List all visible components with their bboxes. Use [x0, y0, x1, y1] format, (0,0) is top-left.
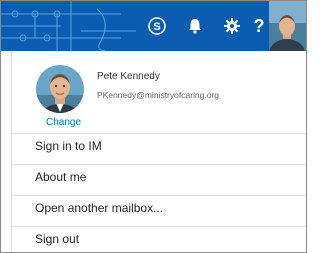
- svg-text:S: S: [153, 21, 160, 33]
- top-navigation-bar: S ?: [1, 1, 306, 51]
- account-menu-window: S ? Pete Kennedy PKennedy@ministryofcari…: [0, 0, 307, 253]
- bell-icon: [189, 19, 201, 34]
- skype-button[interactable]: S: [139, 1, 175, 51]
- change-photo-link[interactable]: Change: [46, 117, 81, 128]
- help-icon: ?: [253, 15, 265, 36]
- user-photo-icon: [36, 65, 84, 113]
- user-email: PKennedy@ministryofcaring.org: [97, 90, 220, 100]
- account-dropdown-panel: Pete Kennedy PKennedy@ministryofcaring.o…: [11, 51, 306, 252]
- skype-icon: S: [148, 17, 166, 35]
- menu-item-sign-in-to-im[interactable]: Sign in to IM: [12, 133, 306, 158]
- user-photo-icon: [269, 1, 306, 51]
- account-menu-list: Sign in to IM About me Open another mail…: [12, 133, 306, 251]
- user-name: Pete Kennedy: [97, 71, 160, 82]
- menu-item-open-another-mailbox[interactable]: Open another mailbox...: [12, 195, 306, 220]
- menu-item-about-me[interactable]: About me: [12, 164, 306, 189]
- profile-section: Pete Kennedy PKennedy@ministryofcaring.o…: [12, 51, 306, 133]
- avatar[interactable]: [36, 65, 84, 113]
- notifications-button[interactable]: [177, 1, 213, 51]
- menu-item-sign-out[interactable]: Sign out: [12, 226, 306, 251]
- account-avatar-button[interactable]: [269, 1, 306, 51]
- blueprint-pattern-icon: [1, 1, 136, 51]
- gear-icon: [224, 18, 240, 34]
